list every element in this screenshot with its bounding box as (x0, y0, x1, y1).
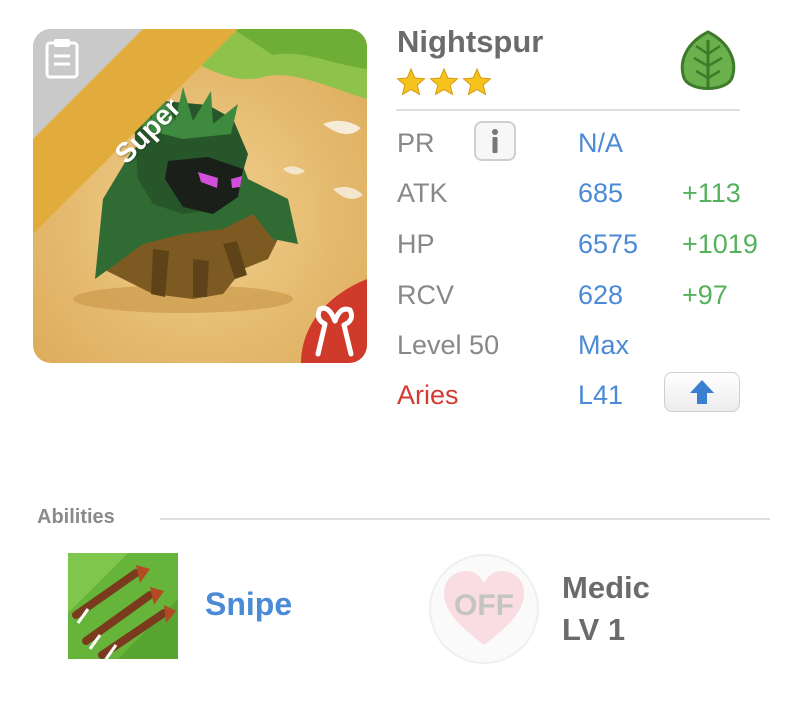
star-icon (429, 67, 459, 96)
pet-name: Nightspur (397, 24, 544, 59)
rcv-label: RCV (397, 280, 455, 310)
hp-bonus: +1019 (682, 229, 758, 259)
atk-value: 685 (578, 178, 624, 208)
pet-portrait[interactable]: Super (33, 29, 367, 363)
rarity-stars (396, 67, 496, 104)
rcv-bonus: +97 (682, 280, 728, 310)
snipe-ability-name[interactable]: Snipe (205, 586, 292, 623)
atk-bonus: +113 (682, 178, 741, 208)
arrow-up-icon (690, 380, 714, 404)
star-icon (396, 67, 426, 96)
level-value: Max (578, 330, 630, 360)
pr-label: PR (397, 128, 435, 158)
hp-value: 6575 (578, 229, 639, 259)
leaf-icon (676, 30, 740, 101)
header-divider (396, 109, 740, 111)
atk-label: ATK (397, 178, 448, 208)
medic-ability-name: Medic (562, 570, 650, 605)
info-button[interactable] (474, 121, 516, 161)
clipboard-icon[interactable] (41, 35, 85, 81)
medic-ability-level: LV 1 (562, 612, 626, 647)
star-icon (462, 67, 492, 96)
pr-value: N/A (578, 128, 624, 158)
rcv-value: 628 (578, 280, 624, 310)
medic-off-status: OFF (454, 589, 514, 622)
abilities-section-title: Abilities (37, 506, 115, 528)
level-label: Level 50 (397, 330, 500, 360)
info-icon (492, 129, 498, 153)
zodiac-label: Aries (397, 380, 459, 410)
upgrade-button[interactable] (664, 372, 740, 412)
medic-ability-toggle[interactable]: OFF (428, 553, 540, 665)
aries-icon (308, 299, 364, 359)
zodiac-level: L41 (578, 380, 624, 410)
snipe-ability-icon[interactable] (68, 553, 178, 660)
hp-label: HP (397, 229, 435, 259)
abilities-divider (160, 518, 770, 520)
